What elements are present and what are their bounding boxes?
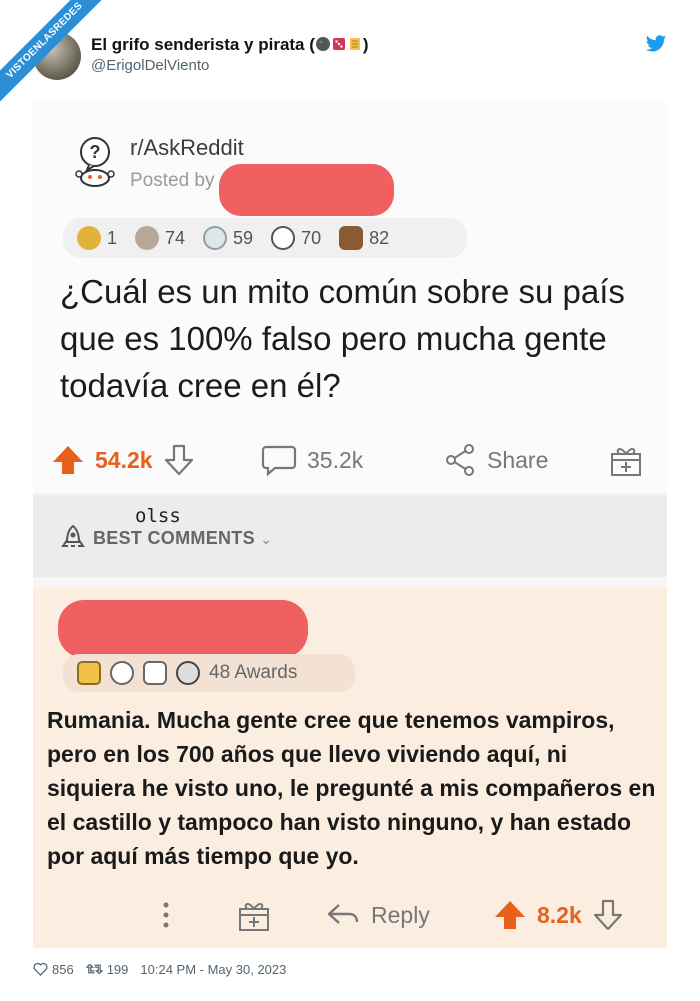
retweet-icon [85,963,103,975]
comment-count: 35.2k [307,446,364,473]
award-item: 59 [203,226,253,250]
watermark-text: VISTOENLASREDES [0,0,110,109]
award-item: 74 [135,226,185,250]
comment-award-button[interactable] [237,895,271,935]
posted-by-label: Posted by [130,170,215,191]
like-count: 856 [52,961,74,977]
handwritten-text: olss [135,505,181,527]
display-name[interactable]: El grifo senderista y pirata () [91,35,369,57]
moon-emoji-icon [315,36,331,57]
upvote-arrow-icon[interactable] [493,898,527,932]
silver-award-icon [271,226,296,250]
retweet-count: 199 [106,961,129,977]
tweet-card: VISTOENLASREDES El grifo senderista y pi… [0,0,700,1001]
trophy-award-icon [77,661,101,685]
redaction-mark [58,600,308,658]
kebab-menu-icon [163,902,169,928]
share-label: Share [487,446,549,473]
award-item: 82 [339,226,389,250]
reply-arrow-icon [327,904,359,924]
chevron-down-icon: ⌄ [260,531,273,547]
hands-award-icon [143,661,167,685]
top-comment: 48 Awards Rumania. Mucha gente cree que … [33,588,667,948]
reply-button[interactable]: Reply [325,895,430,935]
reddit-post: ? r/AskReddit Posted by 1 74 59 70 82 ¿C… [33,100,667,492]
comment-awards[interactable]: 48 Awards [63,654,355,692]
award-button[interactable] [609,440,643,480]
more-options-button[interactable] [159,895,173,935]
rocket-sort-icon [61,524,85,555]
twitter-bird-icon[interactable] [645,34,667,54]
bear-award-icon [339,226,364,250]
svg-text:?: ? [90,142,101,162]
comment-vote-group: 8.2k [493,895,624,935]
comment-bubble-icon [261,445,297,477]
heart-icon [33,962,48,976]
upvote-group: 54.2k [51,440,195,480]
subreddit-name[interactable]: r/AskReddit [130,135,244,161]
downvote-arrow-icon[interactable] [592,898,624,932]
laugh-award-icon [203,226,228,250]
gift-icon [611,448,641,476]
sort-label[interactable]: BEST COMMENTS ⌄ [93,528,272,549]
redaction-mark [219,164,394,216]
upvote-arrow-icon[interactable] [51,443,85,477]
retweet-button[interactable]: 199 [85,961,129,977]
comment-upvote-count: 8.2k [537,901,582,928]
awards-count: 48 Awards [209,662,298,683]
brain-award-icon [135,226,160,250]
post-awards[interactable]: 1 74 59 70 82 [63,218,467,258]
sun-award-icon [77,226,101,250]
askreddit-icon[interactable]: ? [67,134,123,190]
post-actions: 54.2k 35.2k Share [33,440,667,480]
key-award-icon [110,661,134,685]
watermark-ribbon: VISTOENLASREDES [0,0,110,110]
award-item: 70 [271,226,321,250]
share-button[interactable]: Share [443,440,548,480]
tweet-footer: 856 199 10:24 PM - May 30, 2023 [33,958,286,980]
tweet-timestamp[interactable]: 10:24 PM - May 30, 2023 [140,962,286,977]
like-button[interactable]: 856 [33,962,74,977]
share-icon [446,444,474,476]
die-emoji-icon [331,36,347,57]
skull-award-icon [176,661,200,685]
comments-button[interactable]: 35.2k [261,440,363,480]
comment-actions: Reply 8.2k [33,895,667,935]
award-item: 1 [77,226,117,250]
reply-label: Reply [371,901,430,928]
reddit-screenshot: ? r/AskReddit Posted by 1 74 59 70 82 ¿C… [33,100,667,948]
downvote-arrow-icon[interactable] [163,443,195,477]
comment-text: Rumania. Mucha gente cree que tenemos va… [47,707,656,869]
scroll-emoji-icon [347,36,363,57]
post-title[interactable]: ¿Cuál es un mito común sobre su país que… [60,268,640,409]
gift-icon [239,903,269,931]
upvote-count: 54.2k [95,446,153,473]
